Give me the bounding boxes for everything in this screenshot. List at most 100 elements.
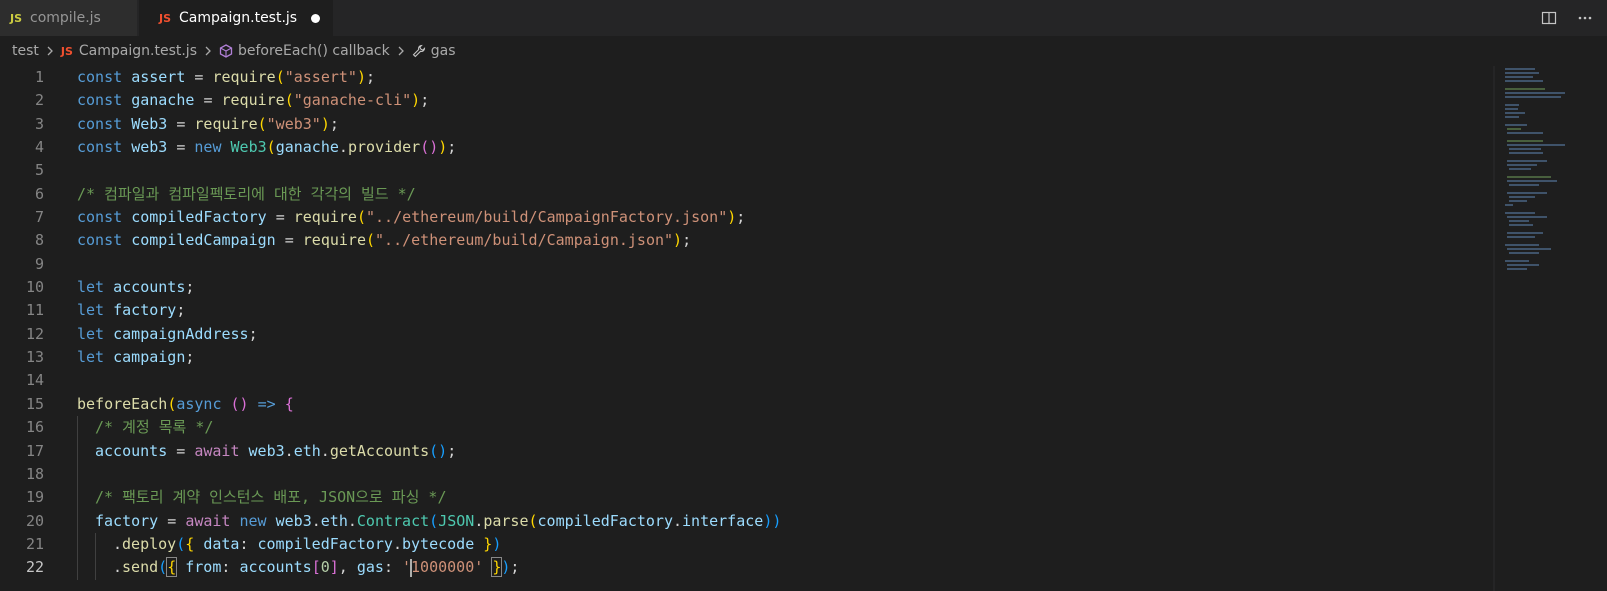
token: parse xyxy=(483,511,529,530)
minimap-line xyxy=(1505,96,1561,98)
token: /* 팩토리 계약 인스턴스 배포, JSON으로 파싱 */ xyxy=(95,488,447,507)
token: ; xyxy=(736,208,746,227)
line-number: 17 xyxy=(25,441,44,460)
breadcrumb-folder[interactable]: test xyxy=(12,43,39,59)
code-line: 17 accounts = await web3.eth.getAccounts(… xyxy=(0,439,1495,463)
minimap-line xyxy=(1507,164,1537,166)
line-number: 19 xyxy=(25,488,44,507)
code-line: 5 xyxy=(0,159,1495,182)
indent-guide xyxy=(95,556,96,580)
token: () xyxy=(230,394,249,413)
token: . xyxy=(284,441,294,460)
minimap-line xyxy=(1507,160,1547,162)
token: const xyxy=(77,91,123,110)
token: accounts xyxy=(239,558,312,577)
minimap-line xyxy=(1505,68,1535,70)
token: . xyxy=(113,534,123,553)
token: let xyxy=(77,301,105,320)
token: ; xyxy=(420,91,430,110)
token: . xyxy=(673,511,683,530)
token: eth xyxy=(293,441,321,460)
token: await xyxy=(194,441,240,460)
more-actions-icon[interactable] xyxy=(1571,4,1599,32)
token: compiledFactory xyxy=(131,208,267,227)
breadcrumb-file[interactable]: JS Campaign.test.js xyxy=(61,43,197,59)
token: const xyxy=(77,208,123,227)
token: ) xyxy=(356,68,366,86)
token: eth xyxy=(320,511,348,530)
token: ( xyxy=(158,558,168,577)
code-line: 1 const assert = require("assert"); xyxy=(0,66,1495,89)
token: campaignAddress xyxy=(113,324,249,343)
token: factory xyxy=(113,301,177,320)
indent-guide xyxy=(77,416,78,440)
indent-guide xyxy=(77,486,78,510)
token: compiledFactory xyxy=(537,511,673,530)
code-line: 16 /* 계정 목록 */ xyxy=(0,416,1495,440)
code-line: 11 let factory; xyxy=(0,299,1495,322)
code-line: 8 const compiledCampaign = require("../et… xyxy=(0,229,1495,252)
token: ; xyxy=(185,348,195,367)
token: => xyxy=(257,394,276,413)
unsaved-dot-icon[interactable] xyxy=(311,13,321,23)
token: ; xyxy=(366,68,376,86)
chevron-right-icon xyxy=(45,45,55,57)
minimap-line xyxy=(1505,104,1519,106)
minimap-line xyxy=(1509,148,1541,150)
token: ) xyxy=(727,208,737,227)
token: ganache xyxy=(131,91,195,110)
js-file-icon: JS xyxy=(10,11,23,25)
token: Web3 xyxy=(131,114,168,133)
tab-compile-js[interactable]: JS compile.js xyxy=(0,0,137,36)
token: const xyxy=(77,114,123,133)
minimap-line xyxy=(1505,112,1525,114)
minimap[interactable] xyxy=(1495,66,1607,591)
token: . xyxy=(311,511,321,530)
token: ) xyxy=(492,534,502,553)
minimap-line xyxy=(1507,248,1551,250)
breadcrumb-file-label: Campaign.test.js xyxy=(78,43,197,59)
line-number: 1 xyxy=(34,68,44,86)
line-number: 10 xyxy=(25,278,44,297)
split-editor-icon[interactable] xyxy=(1535,4,1563,32)
token: ( xyxy=(167,394,177,413)
code-editor[interactable]: 1 const assert = require("assert"); 2 cons… xyxy=(0,66,1495,591)
token: let xyxy=(77,278,105,297)
token: = xyxy=(176,114,186,133)
token: . xyxy=(338,138,348,157)
breadcrumb-symbol[interactable]: beforeEach() callback xyxy=(219,43,390,59)
token: Web3 xyxy=(230,138,267,157)
token: () xyxy=(429,441,448,460)
minimap-line xyxy=(1507,140,1543,142)
token: ( xyxy=(366,231,376,250)
tab-bar: JS compile.js JS Campaign.test.js xyxy=(0,0,1607,36)
token: : xyxy=(239,534,249,553)
token: "ganache-cli" xyxy=(293,91,412,110)
token: assert xyxy=(131,68,186,86)
token: interface xyxy=(682,511,764,530)
minimap-line xyxy=(1505,124,1527,126)
breadcrumb-leaf[interactable]: gas xyxy=(412,43,456,59)
code-line: 15 beforeEach(async () => { xyxy=(0,393,1495,416)
cube-method-icon xyxy=(219,44,233,58)
token: compiledCampaign xyxy=(131,231,276,250)
line-number: 2 xyxy=(34,91,44,110)
indent-guide xyxy=(77,439,78,463)
breadcrumb-leaf-label: gas xyxy=(430,43,456,59)
token: gas xyxy=(356,558,384,577)
line-number: 18 xyxy=(25,464,44,483)
token: 1000000' xyxy=(411,558,484,577)
token: = xyxy=(284,231,294,250)
token: = xyxy=(167,511,177,530)
tab-label: Campaign.test.js xyxy=(179,10,298,26)
token: from xyxy=(185,558,222,577)
token: ( xyxy=(528,511,538,530)
token: ) xyxy=(438,138,448,157)
token: web3 xyxy=(275,511,312,530)
token: ) xyxy=(320,114,330,133)
tab-campaign-test-js[interactable]: JS Campaign.test.js xyxy=(139,0,333,36)
js-file-icon: JS xyxy=(159,11,172,25)
code-line: 13 let campaign; xyxy=(0,346,1495,369)
code-line: 20 factory = await new web3.eth.Contract(… xyxy=(0,509,1495,533)
minimap-line xyxy=(1507,176,1551,178)
